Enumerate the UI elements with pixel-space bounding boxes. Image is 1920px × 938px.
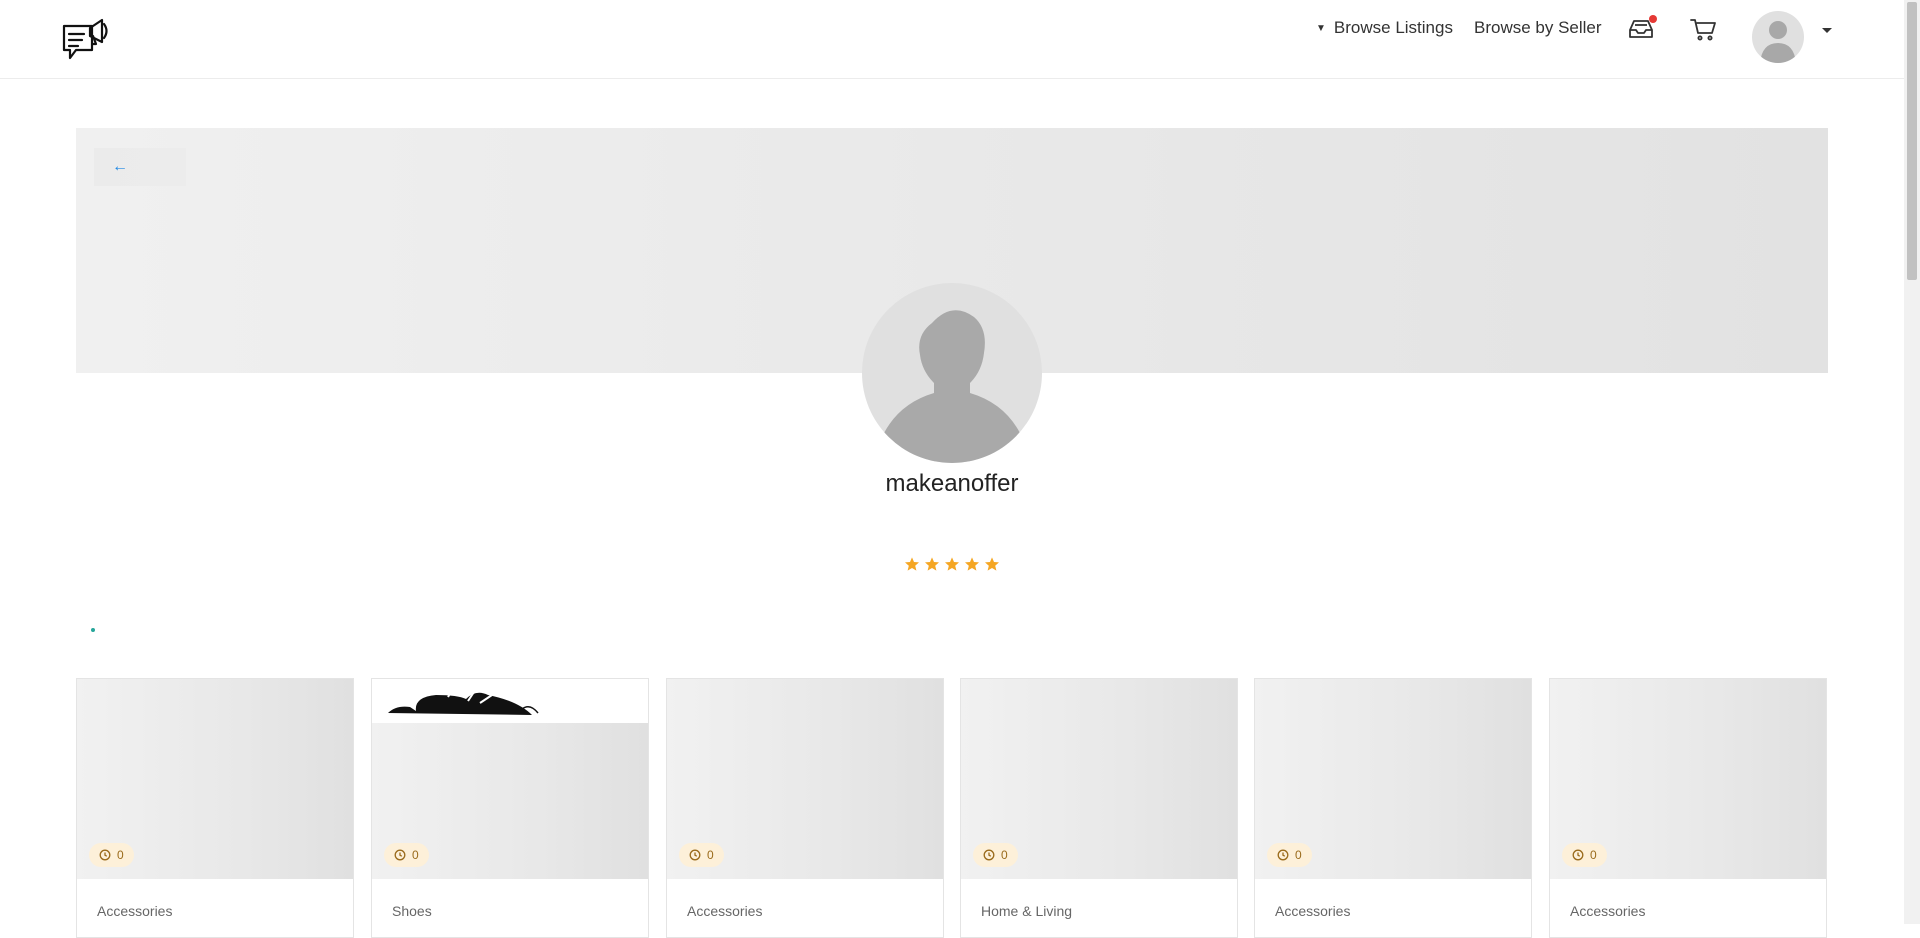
loading-dot — [91, 628, 95, 632]
browse-by-seller-link[interactable]: Browse by Seller — [1474, 0, 1602, 56]
clock-icon — [99, 849, 111, 861]
listing-card[interactable]: 0 Accessories — [666, 678, 944, 938]
star-icon — [925, 557, 939, 571]
listing-card[interactable]: 0 Accessories — [1254, 678, 1532, 938]
time-badge: 0 — [679, 843, 724, 867]
notification-dot — [1649, 15, 1657, 23]
listing-category: Accessories — [1275, 903, 1351, 919]
listing-card[interactable]: 0 Accessories — [76, 678, 354, 938]
time-badge-count: 0 — [117, 848, 124, 862]
profile-username: makeanoffer — [885, 470, 1019, 497]
cart-button[interactable] — [1688, 14, 1718, 44]
star-icon — [905, 557, 919, 571]
listing-category: Shoes — [392, 903, 432, 919]
chat-megaphone-logo-icon[interactable] — [60, 12, 112, 66]
browse-listings-dropdown[interactable]: ▼ Browse Listings — [1316, 0, 1453, 56]
browse-listings-label: Browse Listings — [1333, 18, 1453, 37]
listing-category: Accessories — [1570, 903, 1646, 919]
clock-icon — [983, 849, 995, 861]
star-icon — [965, 557, 979, 571]
browse-by-seller-label: Browse by Seller — [1474, 18, 1602, 37]
cart-icon — [1690, 19, 1716, 41]
listing-image-shoe — [372, 679, 648, 723]
scrollbar-thumb[interactable] — [1907, 2, 1917, 280]
time-badge: 0 — [384, 843, 429, 867]
star-icon — [945, 557, 959, 571]
time-badge: 0 — [973, 843, 1018, 867]
time-badge-count: 0 — [1295, 848, 1302, 862]
time-badge: 0 — [1562, 843, 1607, 867]
rating-stars — [904, 556, 1000, 572]
back-arrow-icon: ← — [112, 158, 128, 175]
caret-down-icon: ▼ — [1316, 22, 1326, 34]
time-badge: 0 — [1267, 843, 1312, 867]
listing-card[interactable]: 0 Shoes — [371, 678, 649, 938]
profile-avatar — [862, 283, 1042, 463]
listing-category: Home & Living — [981, 903, 1073, 919]
user-menu-caret-icon[interactable] — [1822, 28, 1832, 33]
user-avatar-icon — [1760, 21, 1796, 63]
clock-icon — [394, 849, 406, 861]
star-icon — [985, 557, 999, 571]
time-badge: 0 — [89, 843, 134, 867]
time-badge-count: 0 — [1590, 848, 1597, 862]
time-badge-count: 0 — [707, 848, 714, 862]
listing-card[interactable]: 0 Home & Living — [960, 678, 1238, 938]
page-scrollbar[interactable] — [1904, 0, 1920, 924]
time-badge-count: 0 — [412, 848, 419, 862]
listing-card[interactable]: 0 Accessories — [1549, 678, 1827, 938]
listing-category: Accessories — [97, 903, 173, 919]
clock-icon — [1277, 849, 1289, 861]
clock-icon — [689, 849, 701, 861]
listing-category: Accessories — [687, 903, 763, 919]
inbox-button[interactable] — [1626, 14, 1657, 44]
top-navbar: ▼ Browse Listings Browse by Seller — [0, 0, 1904, 79]
time-badge-count: 0 — [1001, 848, 1008, 862]
shoe-image-icon — [388, 685, 539, 715]
user-avatar-button[interactable] — [1752, 11, 1804, 63]
clock-icon — [1572, 849, 1584, 861]
back-button[interactable]: ← — [94, 148, 186, 186]
user-silhouette-icon — [878, 310, 1026, 463]
